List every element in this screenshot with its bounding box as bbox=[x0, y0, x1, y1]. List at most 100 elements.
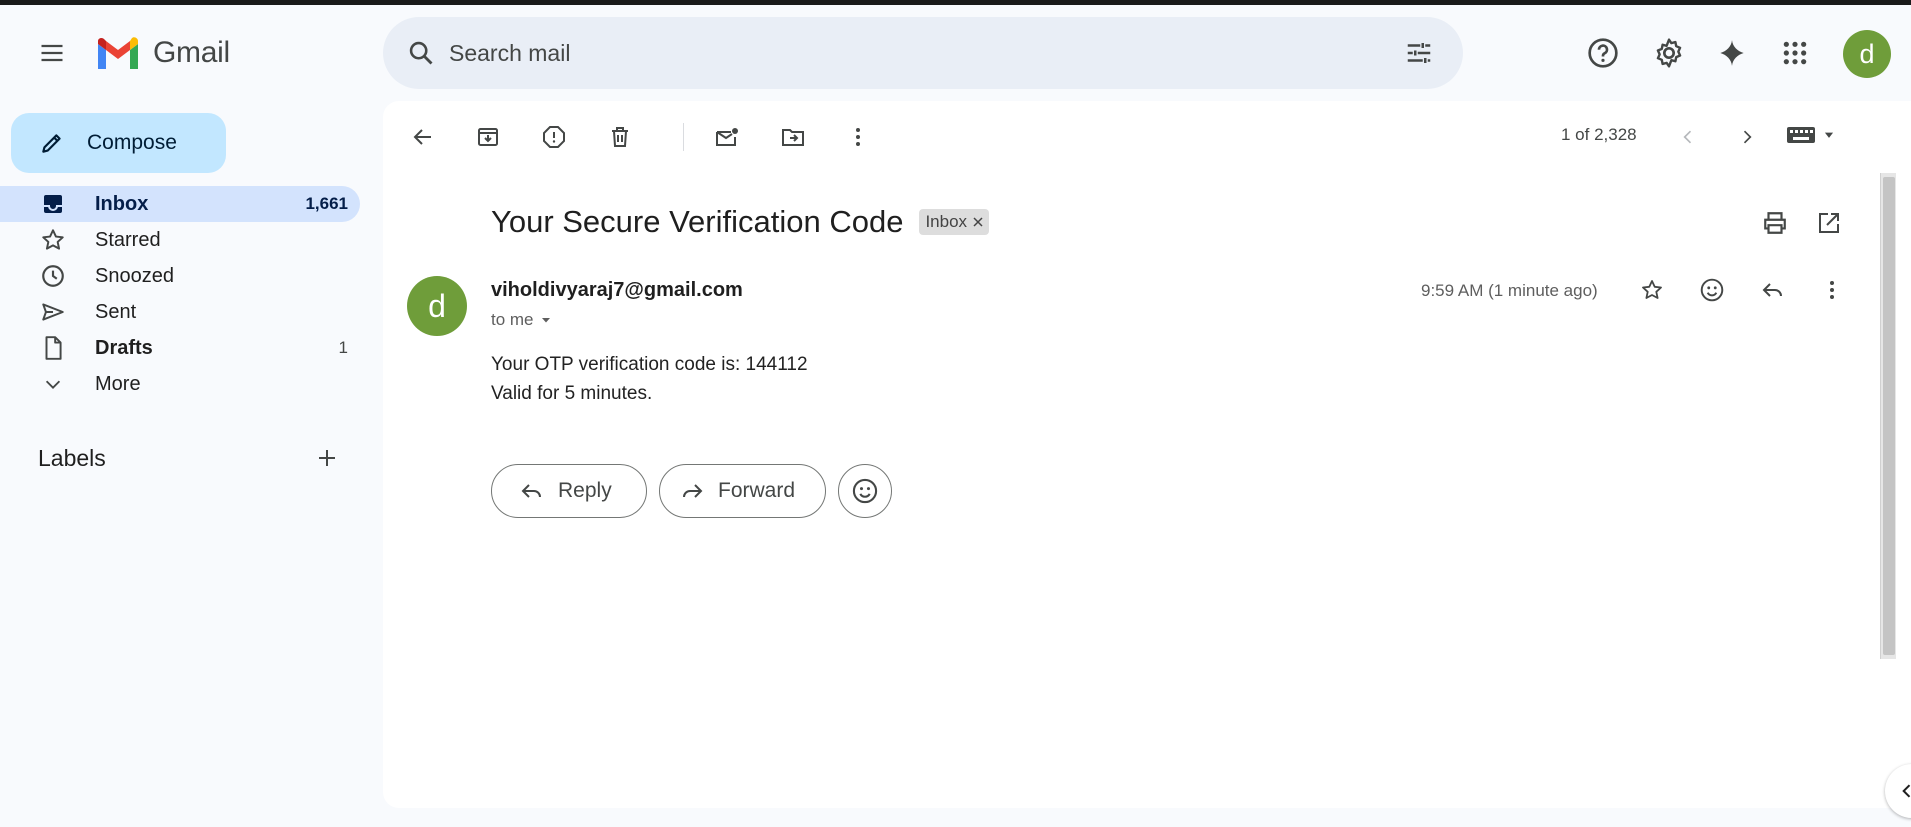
send-icon bbox=[42, 303, 64, 321]
reply-icon bbox=[1762, 283, 1782, 297]
newer-button[interactable] bbox=[1666, 115, 1710, 159]
archive-button[interactable] bbox=[466, 115, 510, 159]
caret-down-icon bbox=[1824, 132, 1834, 138]
search-button[interactable] bbox=[397, 29, 445, 77]
reply-icon bbox=[521, 484, 541, 498]
search-options-button[interactable] bbox=[1395, 29, 1443, 77]
emoji-icon bbox=[1700, 278, 1724, 302]
sidebar-item-label: Sent bbox=[95, 300, 137, 323]
help-icon bbox=[1588, 38, 1618, 68]
recipient-details[interactable]: to me bbox=[491, 310, 552, 330]
report-spam-button[interactable] bbox=[532, 115, 576, 159]
gemini-button[interactable] bbox=[1708, 29, 1756, 77]
forward-button[interactable]: Forward bbox=[659, 464, 826, 518]
gmail-logo[interactable]: Gmail bbox=[95, 35, 230, 71]
support-button[interactable] bbox=[1579, 29, 1627, 77]
google-apps-button[interactable] bbox=[1771, 29, 1819, 77]
pencil-icon bbox=[42, 134, 61, 153]
older-button[interactable] bbox=[1725, 115, 1769, 159]
report-icon bbox=[543, 126, 565, 148]
email-subject-row: Your Secure Verification Code Inbox bbox=[491, 204, 990, 240]
hamburger-icon bbox=[41, 44, 63, 62]
input-tools-button[interactable] bbox=[1786, 125, 1836, 145]
sidebar-item-label: Drafts bbox=[95, 336, 153, 359]
mark-unread-button[interactable] bbox=[705, 115, 749, 159]
sidebar-item-label: More bbox=[95, 372, 141, 395]
body-line: Your OTP verification code is: 144112 bbox=[491, 354, 808, 375]
unread-count: 1,661 bbox=[305, 194, 348, 213]
star-icon bbox=[1642, 280, 1662, 299]
gmail-m-icon bbox=[98, 37, 138, 69]
delete-button[interactable] bbox=[598, 115, 642, 159]
sidebar-item-more[interactable]: More bbox=[0, 366, 360, 402]
add-reaction-button[interactable] bbox=[1690, 268, 1734, 312]
star-icon bbox=[42, 229, 64, 250]
reply-label: Reply bbox=[558, 479, 612, 502]
create-label-button[interactable] bbox=[307, 438, 347, 478]
apps-grid-icon bbox=[1783, 41, 1807, 65]
plus-icon bbox=[319, 450, 335, 466]
account-avatar[interactable]: d bbox=[1843, 30, 1891, 78]
sidebar-item-label: Inbox bbox=[95, 192, 149, 215]
sender-email[interactable]: viholdivyaraj7@gmail.com bbox=[491, 279, 743, 302]
trash-icon bbox=[612, 127, 628, 147]
open-in-new-icon bbox=[1819, 213, 1839, 233]
forward-icon bbox=[683, 484, 703, 498]
label-chip-text: Inbox bbox=[925, 212, 968, 231]
email-timestamp: 9:59 AM (1 minute ago) bbox=[1421, 281, 1598, 300]
more-vert-icon bbox=[1830, 281, 1834, 299]
sidebar-item-starred[interactable]: Starred bbox=[0, 222, 360, 258]
sparkle-icon bbox=[1720, 40, 1744, 66]
caret-down-icon bbox=[541, 318, 550, 323]
draft-icon bbox=[45, 336, 62, 360]
forward-label: Forward bbox=[718, 479, 796, 502]
window-top-strip bbox=[0, 0, 1911, 5]
chevron-right-icon bbox=[1743, 130, 1752, 144]
main-menu-button[interactable] bbox=[28, 29, 76, 77]
sidebar-item-inbox[interactable]: Inbox 1,661 bbox=[0, 186, 360, 222]
print-button[interactable] bbox=[1753, 201, 1797, 245]
scrollbar[interactable] bbox=[1880, 173, 1896, 659]
pagination-text: 1 of 2,328 bbox=[1561, 125, 1637, 144]
email-subject: Your Secure Verification Code bbox=[491, 204, 904, 239]
toolbar-divider bbox=[683, 123, 684, 151]
body-line: Valid for 5 minutes. bbox=[491, 383, 653, 404]
label-chip: Inbox bbox=[919, 209, 990, 235]
sidebar-item-drafts[interactable]: Drafts 1 bbox=[0, 330, 360, 366]
print-icon bbox=[1764, 212, 1786, 234]
gear-icon bbox=[1656, 38, 1682, 68]
remove-label-icon[interactable] bbox=[973, 217, 983, 227]
more-options-button[interactable] bbox=[836, 115, 880, 159]
message-more-button[interactable] bbox=[1810, 268, 1854, 312]
app-name: Gmail bbox=[153, 36, 230, 69]
arrow-back-icon bbox=[413, 129, 431, 145]
sidebar-nav: Inbox 1,661 Starred Snoozed Sent Drafts … bbox=[0, 186, 360, 402]
compose-label: Compose bbox=[87, 131, 177, 154]
sender-avatar[interactable]: d bbox=[407, 276, 467, 336]
mark-unread-icon bbox=[716, 128, 738, 146]
clock-icon bbox=[42, 265, 64, 287]
chevron-left-icon bbox=[1683, 130, 1692, 144]
reply-icon-button[interactable] bbox=[1751, 268, 1795, 312]
open-new-window-button[interactable] bbox=[1807, 201, 1851, 245]
sidebar-item-label: Starred bbox=[95, 228, 161, 251]
sidebar-item-snoozed[interactable]: Snoozed bbox=[0, 258, 360, 294]
search-bar[interactable] bbox=[383, 17, 1463, 89]
search-input[interactable] bbox=[449, 31, 1349, 75]
emoji-reaction-button[interactable] bbox=[838, 464, 892, 518]
settings-button[interactable] bbox=[1645, 29, 1693, 77]
search-icon bbox=[409, 41, 433, 65]
email-body: Your OTP verification code is: 144112 Va… bbox=[491, 350, 808, 408]
back-button[interactable] bbox=[401, 115, 445, 159]
compose-button[interactable]: Compose bbox=[11, 113, 226, 173]
archive-icon bbox=[478, 128, 498, 146]
scrollbar-thumb[interactable] bbox=[1883, 177, 1895, 655]
sidebar-item-sent[interactable]: Sent bbox=[0, 294, 360, 330]
emoji-icon bbox=[852, 478, 878, 504]
chevron-left-icon bbox=[1902, 784, 1911, 798]
move-to-button[interactable] bbox=[771, 115, 815, 159]
star-button[interactable] bbox=[1630, 268, 1674, 312]
more-vert-icon bbox=[856, 128, 860, 146]
tune-icon bbox=[1407, 43, 1431, 63]
reply-button[interactable]: Reply bbox=[491, 464, 647, 518]
